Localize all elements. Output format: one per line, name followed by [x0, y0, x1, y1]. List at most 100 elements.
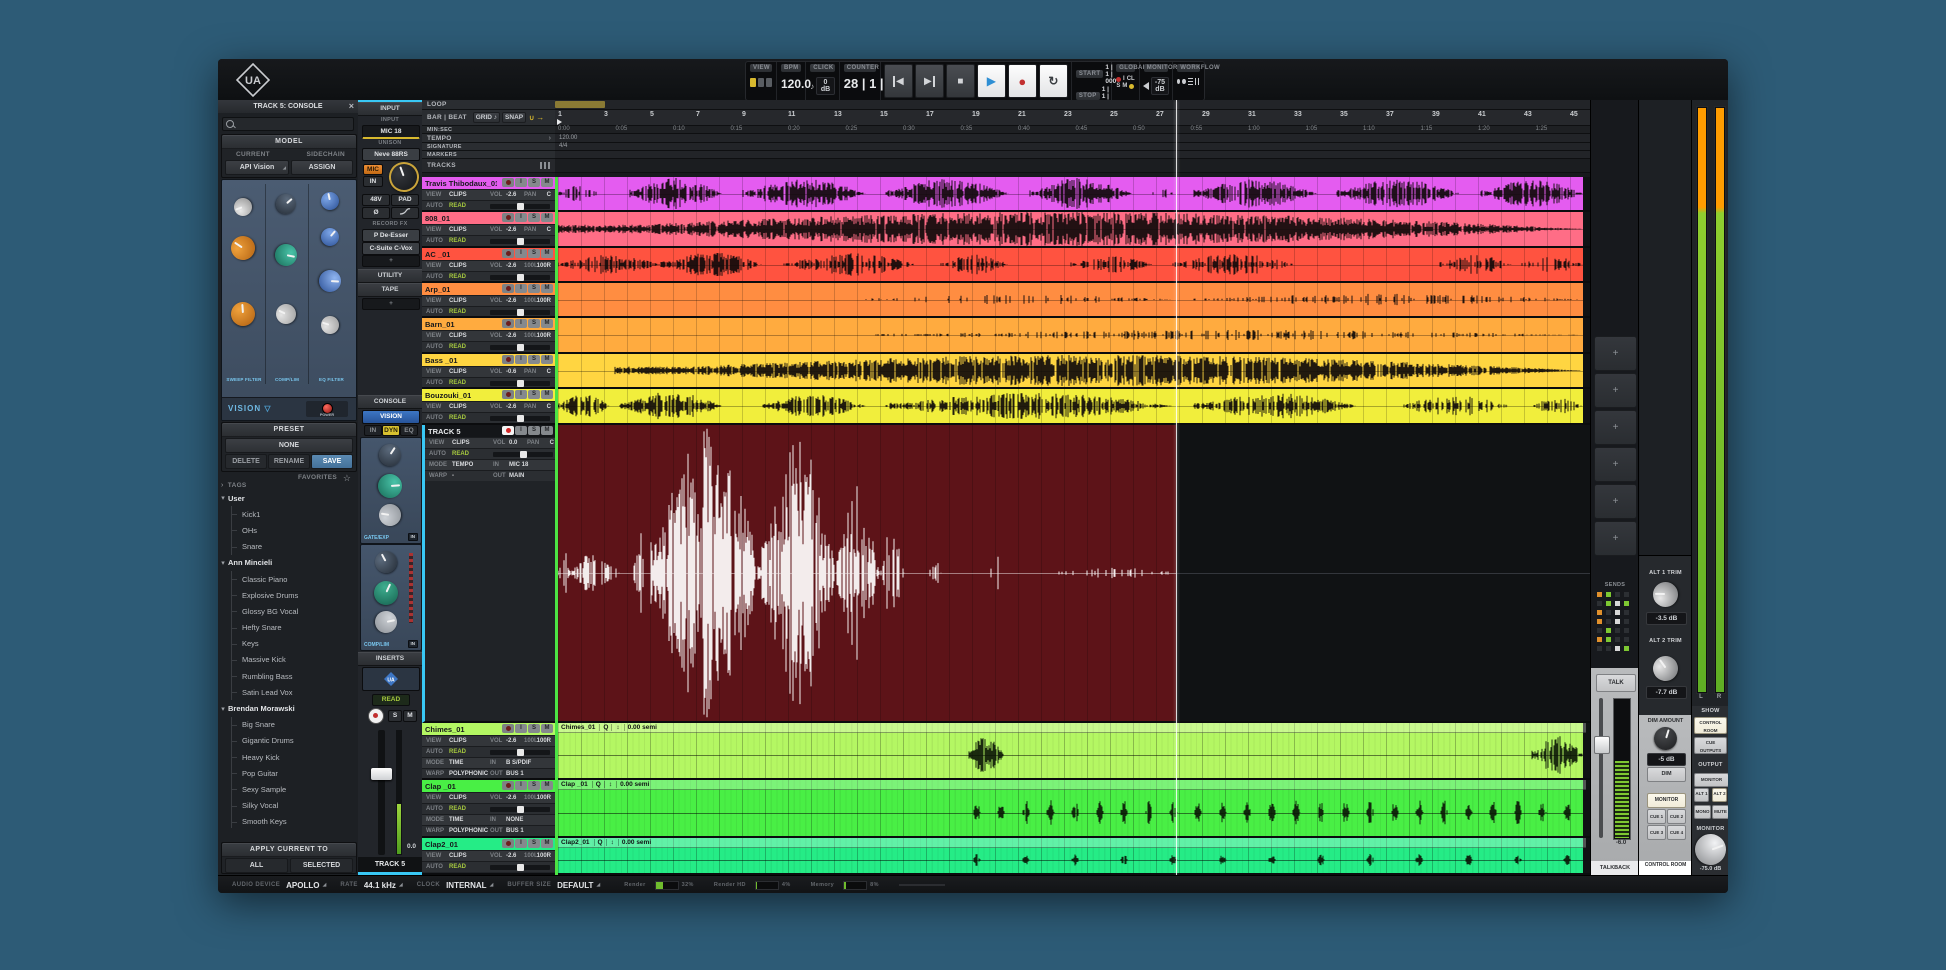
loop-button[interactable]: ↻ — [1039, 64, 1068, 98]
track-header[interactable]: Bass _01ISMVIEWCLIPSVOL-0.6PANCAUTOREAD — [422, 354, 555, 389]
monitor-db-value[interactable]: -75 dB — [1151, 77, 1169, 95]
track-s-button[interactable]: S — [528, 213, 540, 222]
mono-button[interactable]: MONO — [1694, 805, 1711, 819]
vol-value[interactable]: -2.6 — [506, 333, 516, 339]
workflow-record-icon[interactable] — [1177, 79, 1180, 84]
pan-value[interactable]: 100R — [537, 333, 551, 339]
rate-item[interactable]: RATE 44.1 kHz ◢ — [340, 881, 402, 890]
pan-value[interactable]: 100R — [537, 795, 551, 801]
track-m-button[interactable]: M — [541, 426, 553, 435]
vol-value[interactable]: -0.6 — [506, 369, 516, 375]
markers-lane-value[interactable] — [555, 151, 1590, 159]
out-value[interactable]: BUS 1 — [506, 771, 524, 777]
follow-arrow-icon[interactable]: → — [536, 113, 544, 122]
clip-row[interactable] — [555, 318, 1590, 354]
phase-button[interactable]: Ø — [362, 207, 390, 219]
apply-selected-button[interactable]: SELECTED — [290, 858, 353, 873]
track-s-button[interactable]: S — [528, 724, 540, 733]
playhead[interactable] — [1176, 100, 1177, 875]
gate-in-button[interactable]: IN — [408, 533, 419, 541]
vol-value[interactable]: -2.6 — [506, 192, 516, 198]
pan-value[interactable]: C — [547, 369, 551, 375]
audio-clip[interactable] — [558, 354, 1583, 387]
console-dyn-tab[interactable]: DYN — [382, 425, 400, 436]
clip-stretch-icon[interactable]: ↕ — [616, 724, 619, 731]
global-clip-toggle[interactable]: CL — [1127, 76, 1135, 82]
track-header[interactable]: Chimes_01ISMVIEWCLIPSVOL-2.6100L100RAUTO… — [422, 723, 555, 780]
tree-item[interactable]: Massive Kick — [218, 652, 358, 668]
tree-item[interactable]: Kick1 — [218, 506, 358, 522]
monitor-volume-knob[interactable] — [1691, 830, 1728, 870]
snap-selector[interactable]: SNAP — [502, 112, 526, 123]
workflow-mixer-icon[interactable] — [1195, 78, 1200, 85]
track-name-bar[interactable]: TRACK 5ISM — [425, 425, 555, 437]
clip-row[interactable] — [555, 212, 1590, 248]
track-name-bar[interactable]: AC _01ISM — [422, 248, 555, 260]
pan-slider-thumb[interactable] — [517, 380, 524, 387]
audio-clip[interactable] — [558, 389, 1583, 423]
row-value[interactable]: CLIPS — [449, 227, 467, 233]
tree-item[interactable]: Snare — [218, 539, 358, 555]
row-value[interactable]: READ — [449, 203, 466, 209]
show-control-room-button[interactable]: CONTROL ROOM — [1694, 717, 1727, 734]
tree-item[interactable]: Rumbling Bass — [218, 668, 358, 684]
row-value[interactable]: READ — [449, 806, 466, 812]
track-name-bar[interactable]: Clap _01ISM — [422, 780, 555, 792]
global-record-icon[interactable] — [1116, 77, 1121, 82]
row-value[interactable]: READ — [449, 380, 466, 386]
pan-slider-thumb[interactable] — [520, 451, 527, 458]
track-name-bar[interactable]: Arp_01ISM — [422, 283, 555, 295]
recordfx-add-slot[interactable]: + — [362, 255, 420, 267]
audio-clip[interactable] — [558, 248, 1583, 281]
tree-group[interactable]: ▾Brendan Morawski — [218, 700, 358, 716]
favorites-star-icon[interactable]: ☆ — [343, 473, 351, 484]
cue2-button[interactable]: CUE 2 — [1667, 809, 1686, 824]
row-value[interactable]: CLIPS — [449, 853, 467, 859]
pan-value[interactable]: C — [547, 404, 551, 410]
audio-clip[interactable] — [558, 283, 1583, 316]
clip-quantize-badge[interactable]: Q — [594, 839, 607, 846]
output-monitor-button[interactable]: MONITOR — [1694, 773, 1728, 787]
gain-knob[interactable] — [385, 158, 423, 196]
api-vision-plugin-panel[interactable]: SWEEP FILTER COMP/LIM EQ FILTER VISION ▽ — [221, 179, 357, 421]
track-header[interactable]: Travis Thibodaux_01ISMVIEWCLIPSVOL-2.6PA… — [422, 177, 555, 212]
alt2-trim-knob[interactable] — [1648, 651, 1683, 686]
pan-slider[interactable] — [490, 345, 550, 350]
signature-lane-value[interactable]: 4/4 — [555, 143, 1590, 151]
tempo-lane-value[interactable]: 120.00 — [555, 134, 1590, 143]
tree-item[interactable]: Classic Piano — [218, 571, 358, 587]
pan-slider-thumb[interactable] — [517, 238, 524, 245]
input-select[interactable]: MIC 18 — [362, 125, 420, 139]
row-value[interactable]: TIME — [449, 817, 463, 823]
bar-beat-lane[interactable]: BAR | BEAT GRID ♪ SNAP ∪ → — [422, 110, 555, 126]
recordfx-slot-2[interactable]: C-Suite C-Vox — [362, 242, 420, 255]
track-record-arm-button[interactable] — [502, 724, 514, 733]
pan-value[interactable]: 100R — [537, 738, 551, 744]
track-i-button[interactable]: I — [515, 355, 527, 364]
track-m-button[interactable]: M — [541, 284, 553, 293]
track-i-button[interactable]: I — [515, 249, 527, 258]
pan-value[interactable]: C — [547, 227, 551, 233]
row-value[interactable]: CLIPS — [452, 440, 470, 446]
tree-group[interactable]: ▾User — [218, 490, 358, 506]
track-m-button[interactable]: M — [541, 781, 553, 790]
comp-in-button[interactable]: IN — [408, 640, 419, 648]
forward-button[interactable]: ▶ — [915, 64, 944, 98]
unison-slot[interactable]: Neve 88RS — [362, 148, 420, 161]
track-s-button[interactable]: S — [528, 355, 540, 364]
pan-slider[interactable] — [490, 275, 550, 280]
tree-item[interactable]: Pop Guitar — [218, 765, 358, 781]
tree-group[interactable]: ▾Ann Mincieli — [218, 555, 358, 571]
automation-read-button[interactable]: READ — [372, 694, 410, 706]
track-i-button[interactable]: I — [515, 839, 527, 848]
row-value[interactable]: CLIPS — [449, 369, 467, 375]
arrangement-area[interactable]: 1357911131517192123252729313335373941434… — [555, 100, 1590, 875]
pan-slider-thumb[interactable] — [517, 864, 524, 871]
track-name-bar[interactable]: Bouzouki_01ISM — [422, 389, 555, 401]
track-header[interactable]: Arp_01ISMVIEWCLIPSVOL-2.6100L100RAUTOREA… — [422, 283, 555, 318]
vol-value[interactable]: -2.6 — [506, 298, 516, 304]
track-header[interactable]: TRACK 5ISMVIEWCLIPSVOL0.0PANCAUTOREADMOD… — [422, 425, 555, 723]
markers-lane[interactable]: MARKERS — [422, 151, 555, 159]
track-i-button[interactable]: I — [515, 319, 527, 328]
stop-button[interactable]: ■ — [946, 64, 975, 98]
